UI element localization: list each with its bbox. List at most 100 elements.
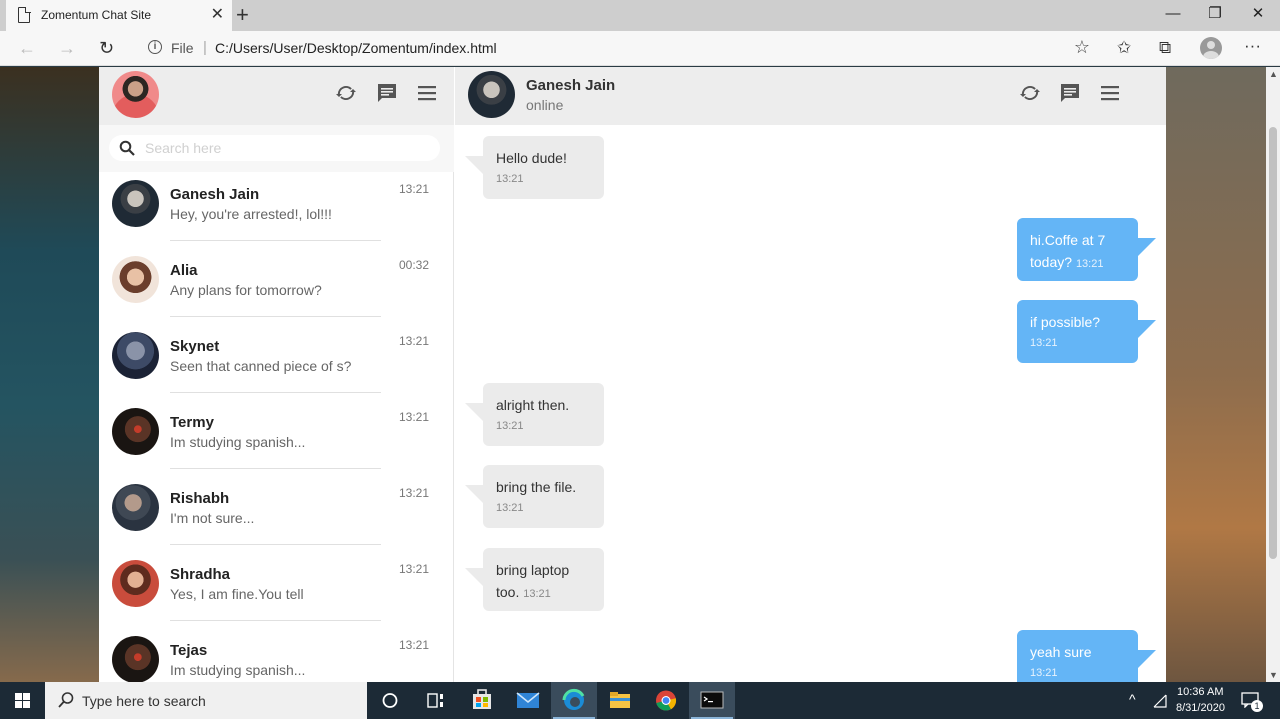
chat-preview: Im studying spanish... (170, 434, 306, 450)
windows-start-icon[interactable] (0, 682, 45, 719)
tab-title: Zomentum Chat Site (41, 8, 152, 22)
browser-tab-strip: Zomentum Chat Site ✕ + — ❐ ✕ (0, 0, 1280, 31)
message-icon[interactable] (375, 81, 399, 105)
message-text: Hello dude! (496, 150, 567, 166)
taskbar-search-placeholder: Type here to search (82, 693, 206, 709)
peer-name: Ganesh Jain (526, 77, 616, 94)
message-time: 13:21 (496, 173, 524, 185)
store-icon[interactable] (459, 682, 505, 719)
chat-item-tejas[interactable]: Tejas Im studying spanish... 13:21 (99, 628, 454, 682)
avatar (112, 256, 159, 303)
tray-time[interactable]: 10:36 AM (1177, 686, 1223, 698)
chat-item-alia[interactable]: Alia Any plans for tomorrow? 00:32 (99, 248, 454, 324)
search-box[interactable] (109, 135, 440, 161)
incoming-message: bring the file. 13:21 (465, 465, 604, 528)
chat-preview: Yes, I am fine.You tell (170, 586, 304, 602)
taskbar-search[interactable]: Type here to search (45, 682, 367, 719)
scroll-thumb[interactable] (1269, 127, 1277, 559)
file-explorer-icon[interactable] (597, 682, 643, 719)
chat-name: Shradha (170, 566, 231, 583)
chat-preview: Hey, you're arrested!, lol!!! (170, 206, 332, 222)
chat-item-shradha[interactable]: Shradha Yes, I am fine.You tell 13:21 (99, 552, 454, 628)
message-list: Hello dude! 13:21 hi.Coffe at 7 today? 1… (455, 125, 1166, 682)
chat-item-rishabh[interactable]: Rishabh I'm not sure... 13:21 (99, 476, 454, 552)
scroll-down-icon[interactable]: ▼ (1269, 670, 1278, 680)
info-icon[interactable]: i (148, 40, 162, 54)
minimize-button[interactable]: — (1158, 4, 1188, 24)
edge-icon (562, 688, 585, 710)
chat-name: Termy (170, 414, 214, 431)
chat-item-ganesh-jain[interactable]: Ganesh Jain Hey, you're arrested!, lol!!… (99, 172, 454, 248)
address-bar: ← → ↻ i File | C:/Users/User/Desktop/Zom… (0, 31, 1280, 66)
menu-icon[interactable] (415, 81, 439, 105)
outgoing-message: yeah sure 13:21 (1017, 630, 1156, 682)
url-scheme-label: File (171, 40, 194, 56)
mail-icon[interactable] (505, 682, 551, 719)
favorites-icon[interactable]: ✩ (1117, 38, 1131, 58)
close-window-button[interactable]: ✕ (1243, 4, 1273, 24)
divider (170, 544, 381, 545)
tab-close-icon[interactable]: ✕ (211, 6, 224, 24)
back-icon[interactable]: ← (18, 37, 36, 59)
chat-time: 13:21 (399, 334, 430, 348)
message-text-line1: bring laptop (496, 562, 570, 578)
favorite-star-icon[interactable]: ☆ (1074, 37, 1090, 58)
chrome-icon[interactable] (643, 682, 689, 719)
divider (170, 316, 381, 317)
avatar (112, 560, 159, 607)
background-image-right (1166, 67, 1266, 682)
cortana-icon[interactable] (367, 682, 413, 719)
chat-time: 13:21 (399, 182, 430, 196)
chat-item-termy[interactable]: Termy Im studying spanish... 13:21 (99, 400, 454, 476)
task-view-icon[interactable] (412, 682, 458, 719)
chat-time: 13:21 (399, 486, 430, 500)
search-input[interactable] (145, 139, 425, 157)
sidebar-header (99, 67, 454, 125)
message-text-line2: too. (496, 584, 520, 600)
divider (170, 468, 381, 469)
message-time: 13:21 (1030, 667, 1058, 679)
chat-app: Ganesh Jain Hey, you're arrested!, lol!!… (99, 67, 1166, 682)
page-viewport: Ganesh Jain Hey, you're arrested!, lol!!… (0, 67, 1266, 682)
page-icon (18, 6, 31, 23)
conversation-panel: Ganesh Jain online Hello dude! 13:21 hi.… (455, 67, 1166, 682)
new-tab-button[interactable]: + (236, 3, 249, 27)
search-icon (58, 692, 74, 708)
message-icon[interactable] (1058, 81, 1082, 105)
peer-status: online (526, 97, 564, 113)
more-menu-icon[interactable]: ··· (1244, 36, 1261, 56)
chat-name: Alia (170, 262, 198, 279)
peer-avatar[interactable] (468, 71, 515, 118)
terminal-taskbar-button[interactable] (689, 682, 735, 719)
search-icon (119, 140, 135, 156)
forward-icon[interactable]: → (58, 37, 76, 59)
url-field[interactable]: i File | C:/Users/User/Desktop/Zomentum/… (136, 35, 1100, 61)
browser-tab[interactable]: Zomentum Chat Site ✕ (6, 0, 232, 31)
chat-name: Skynet (170, 338, 220, 355)
outgoing-message: if possible? 13:21 (1017, 300, 1156, 363)
message-time: 13:21 (496, 502, 524, 514)
network-icon[interactable] (1152, 693, 1168, 709)
tray-date[interactable]: 8/31/2020 (1176, 702, 1225, 714)
collections-icon[interactable]: ⧉ (1159, 38, 1171, 58)
menu-icon[interactable] (1098, 81, 1122, 105)
url-separator: | (203, 39, 207, 56)
message-time: 13:21 (1030, 337, 1058, 349)
scroll-up-icon[interactable]: ▲ (1269, 69, 1278, 79)
edge-taskbar-button[interactable] (551, 682, 597, 719)
chat-time: 00:32 (399, 258, 430, 272)
refresh-icon[interactable] (1018, 81, 1042, 105)
user-avatar[interactable] (112, 71, 159, 118)
page-scrollbar[interactable]: ▲ ▼ (1266, 67, 1280, 682)
message-time: 13:21 (523, 588, 551, 600)
tray-expand-icon[interactable]: ^ (1129, 691, 1136, 707)
chat-item-skynet[interactable]: Skynet Seen that canned piece of s? 13:2… (99, 324, 454, 400)
reload-icon[interactable]: ↻ (99, 37, 114, 59)
message-time: 13:21 (496, 420, 524, 432)
profile-icon[interactable] (1200, 37, 1222, 59)
outgoing-message: hi.Coffe at 7 today? 13:21 (1017, 218, 1156, 281)
restore-button[interactable]: ❐ (1200, 4, 1230, 24)
url-text[interactable]: C:/Users/User/Desktop/Zomentum/index.htm… (215, 40, 497, 56)
incoming-message: alright then. 13:21 (465, 383, 604, 446)
refresh-icon[interactable] (334, 81, 358, 105)
